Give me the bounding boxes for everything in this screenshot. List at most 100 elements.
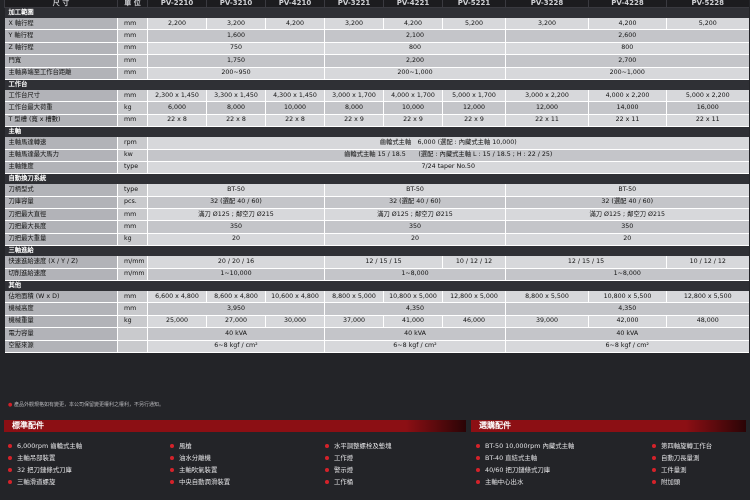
value-cell: 10,000 <box>383 101 443 115</box>
row-label: 快速進給速度 (X / Y / Z) <box>4 256 118 269</box>
table-row: 刀柄型式 type BT-50 BT-50 BT-50 <box>4 184 749 197</box>
bullet-icon <box>170 468 174 472</box>
value-cell: 2,100 <box>324 29 506 43</box>
value-cell: 350 <box>147 220 325 234</box>
row-label: 刀把最大重量 <box>4 233 118 247</box>
table-row: 切削進給速度 m/mm 1~10,000 1~8,000 1~8,000 <box>4 268 749 282</box>
value-cell: 22 x 9 <box>324 114 384 128</box>
table-row: 電力容量 40 kVA 40 kVA 40 kVA <box>4 327 749 341</box>
optional-accessories-header: 選購配件 <box>471 420 746 432</box>
section-row: 加工範圍 <box>4 7 749 18</box>
value-cell: 10 / 12 / 12 <box>442 256 506 269</box>
bullet-icon <box>476 456 480 460</box>
header-cell: PV-3228 <box>505 0 589 8</box>
section-row: 其他 <box>4 280 749 292</box>
bullet-icon <box>652 468 656 472</box>
table-row: 佔地面積 (W x D) mm 6,600 x 4,800 8,600 x 4,800… <box>4 291 749 304</box>
table-row: 工作台最大荷重 kg 6,000 8,000 10,000 8,000 10,000 12,0… <box>4 101 749 115</box>
value-cell: 6,600 x 4,800 <box>147 291 207 304</box>
row-label: Z 軸行程 <box>4 42 118 56</box>
optional-accessory-column: 第四軸旋轉工作台 自動刀長量測 工件量測 附加頭 <box>652 440 712 488</box>
standard-accessory-column: 風槍 油水分離機 主軸吹氣裝置 中央自動潤滑裝置 <box>170 440 230 488</box>
row-unit: mm <box>117 42 148 56</box>
accessory-label: 三軸滑道螺旋 <box>17 478 56 486</box>
value-cell: 2,700 <box>505 54 749 68</box>
value-cell: 6~8 kgf / cm² <box>147 340 325 354</box>
value-cell: 22 x 11 <box>588 114 667 128</box>
value-cell: 40 kVA <box>505 327 749 341</box>
row-label: 主軸錐度 <box>4 161 118 175</box>
list-item: 工件量測 <box>652 464 712 476</box>
value-cell: 3,200 <box>505 18 589 31</box>
row-label: 主軸馬達最大馬力 <box>4 149 118 162</box>
header-cell: PV-4228 <box>588 0 667 8</box>
value-cell: 22 x 8 <box>265 114 325 128</box>
row-label: 佔地面積 (W x D) <box>4 291 118 304</box>
value-cell: 齒輪式主軸 6,000 (選配 : 內藏式主軸 10,000) <box>147 137 749 150</box>
bullet-icon <box>170 456 174 460</box>
value-cell: 32 (選配 40 / 60) <box>505 196 749 210</box>
list-item: BT-50 10,000rpm 內藏式主軸 <box>476 440 574 452</box>
bullet-icon <box>8 456 12 460</box>
value-cell: 25,000 <box>147 315 207 329</box>
table-row: X 軸行程 mm 2,200 3,200 4,200 3,200 4,200 5,200 3,2… <box>4 18 749 31</box>
bullet-icon <box>652 444 656 448</box>
optional-accessories-title: 選購配件 <box>479 421 511 430</box>
bullet-icon <box>325 480 329 484</box>
value-cell: 10,000 <box>265 101 325 115</box>
footnote: ● 產品外觀規格如有變更，本公司保留變更權利之權利，不另行通知。 <box>8 402 164 408</box>
header-cell: PV-5221 <box>442 0 506 8</box>
value-cell: 1,750 <box>147 54 325 68</box>
header-cell: PV-3210 <box>206 0 266 8</box>
value-cell: 40 kVA <box>147 327 325 341</box>
accessory-label: 40/60 把刀鏈條式刀庫 <box>485 466 551 474</box>
value-cell: 22 x 8 <box>147 114 207 128</box>
accessory-label: 自動刀長量測 <box>661 454 700 462</box>
list-item: 風槍 <box>170 440 230 452</box>
value-cell: BT-50 <box>505 184 749 197</box>
table-row: 空壓來源 6~8 kgf / cm² 6~8 kgf / cm² 6~8 kgf / … <box>4 340 749 354</box>
row-label: 切削進給速度 <box>4 268 118 282</box>
row-unit: mm <box>117 302 148 316</box>
row-unit: mm <box>117 114 148 128</box>
table-row: 主軸馬達轉速 rpm 齒輪式主軸 6,000 (選配 : 內藏式主軸 10,000) <box>4 137 749 150</box>
bullet-icon <box>8 480 12 484</box>
bullet-icon <box>476 468 480 472</box>
value-cell: 41,000 <box>383 315 443 329</box>
table-row: 快速進給速度 (X / Y / Z) m/mm 20 / 20 / 16 12 / 1… <box>4 256 749 269</box>
row-label: 空壓來源 <box>4 340 118 354</box>
value-cell: 4,350 <box>505 302 749 316</box>
value-cell: 30,000 <box>265 315 325 329</box>
row-unit: mm <box>117 89 148 103</box>
value-cell: 39,000 <box>505 315 589 329</box>
row-label: Y 軸行程 <box>4 29 118 43</box>
value-cell: 3,950 <box>147 302 325 316</box>
value-cell: 12,800 x 5,500 <box>666 291 749 304</box>
accessory-label: 工作燈 <box>334 454 354 462</box>
table-row: 主軸鼻端至工作台距離 mm 200~950 200~1,000 200~1,000 <box>4 67 749 80</box>
row-label: 刀把最大直徑 <box>4 208 118 222</box>
value-cell: 3,200 <box>206 18 266 31</box>
accessory-label: 警示燈 <box>334 466 354 474</box>
section-title: 工作台 <box>4 79 749 90</box>
value-cell: 20 <box>324 233 506 247</box>
value-cell: 10 / 12 / 12 <box>666 256 749 269</box>
value-cell: 6~8 kgf / cm² <box>505 340 749 354</box>
value-cell: 12,000 <box>505 101 589 115</box>
bullet-icon <box>325 444 329 448</box>
value-cell: 8,000 <box>206 101 266 115</box>
value-cell: 4,200 <box>588 18 667 31</box>
accessory-label: 主軸中心出水 <box>485 478 524 486</box>
accessory-label: BT-50 10,000rpm 內藏式主軸 <box>485 442 575 450</box>
value-cell: 1~8,000 <box>324 268 506 282</box>
value-cell: BT-50 <box>324 184 506 197</box>
value-cell: 32 (選配 40 / 60) <box>147 196 325 210</box>
accessory-label: 第四軸旋轉工作台 <box>661 442 713 450</box>
accessory-label: 6,000rpm 齒輪式主軸 <box>17 442 83 450</box>
table-row: 刀庫容量 pcs. 32 (選配 40 / 60) 32 (選配 40 / 60) 32… <box>4 196 749 210</box>
header-cell: PV-3221 <box>324 0 384 8</box>
value-cell: 14,000 <box>588 101 667 115</box>
section-title: 其他 <box>4 280 749 292</box>
value-cell: 10,800 x 5,500 <box>588 291 667 304</box>
accessory-label: BT-40 直結式主軸 <box>485 454 538 462</box>
